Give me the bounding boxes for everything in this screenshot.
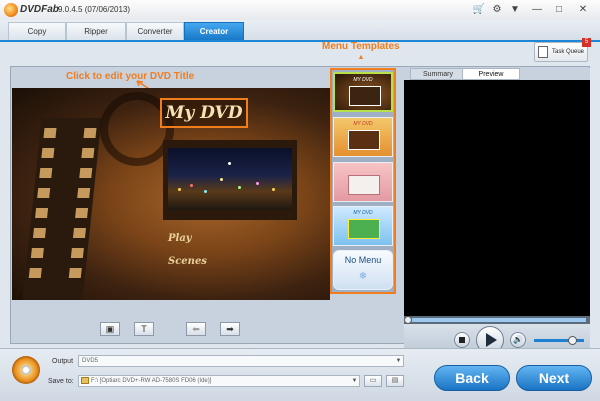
app-logo: DVDFab (4, 3, 59, 17)
up-arrow-icon: ▲ (357, 54, 365, 61)
template-1[interactable]: MY DVD (333, 72, 393, 112)
snowflake-icon: ❄ (358, 271, 368, 282)
template-thumb-photo (349, 86, 381, 106)
app-version: 9.0.4.5 (07/06/2013) (58, 5, 131, 14)
background-image-button[interactable]: ▣ (100, 322, 120, 336)
task-list-icon (538, 46, 548, 58)
play-menu-item[interactable]: Play (168, 233, 192, 244)
seek-knob[interactable] (404, 316, 412, 324)
template-4[interactable]: MY DVD (333, 206, 393, 246)
play-icon (486, 333, 497, 347)
click-edit-annotation: Click to edit your DVD Title (66, 71, 195, 82)
template-3[interactable] (333, 162, 393, 202)
menu-photo (168, 148, 292, 210)
video-preview (404, 80, 590, 316)
redo-arrow-button[interactable]: ➡ (220, 322, 240, 336)
output-select[interactable]: DVD5 (78, 355, 404, 367)
add-text-button[interactable]: T (134, 322, 154, 336)
stop-icon (459, 337, 465, 343)
tab-converter[interactable]: Converter (126, 22, 184, 40)
close-button[interactable]: ✕ (576, 3, 590, 17)
menu-templates-annotation: Menu Templates (322, 41, 400, 52)
gear-icon[interactable]: ⚙ (490, 3, 504, 17)
dvdfab-disc-icon (4, 3, 18, 17)
iso-button[interactable]: ▤ (386, 375, 404, 387)
drive-icon (81, 377, 89, 384)
tab-creator[interactable]: Creator (184, 22, 244, 40)
canvas-toolbar (12, 316, 330, 340)
module-tabs: Copy Ripper Converter Creator (0, 20, 600, 42)
title-bar: DVDFab 9.0.4.5 (07/06/2013) 🛒 ⚙ ▼ — □ ✕ (0, 0, 600, 21)
chevron-down-icon[interactable]: ▼ (350, 376, 359, 386)
minimize-icon[interactable]: ▼ (508, 3, 522, 17)
scenes-menu-item[interactable]: Scenes (168, 256, 207, 267)
volume-knob[interactable] (567, 336, 577, 345)
template-thumb-photo (348, 130, 380, 150)
dvd-disc-icon (12, 356, 40, 384)
template-thumb-photo (348, 175, 380, 195)
no-menu-label: No Menu (344, 255, 382, 265)
tab-ripper[interactable]: Ripper (66, 22, 126, 40)
template-thumb-photo (348, 219, 380, 239)
dvd-title: My DVD (165, 103, 243, 123)
volume-slider[interactable] (534, 339, 584, 342)
tab-preview[interactable]: Preview (462, 68, 520, 80)
tab-summary[interactable]: Summary (410, 68, 466, 80)
maximize-button[interactable]: □ (552, 3, 566, 17)
back-button[interactable]: Back (434, 365, 510, 391)
next-button[interactable]: Next (516, 365, 592, 391)
chevron-down-icon[interactable]: ▼ (394, 356, 403, 366)
task-queue-badge: 5 (582, 38, 591, 47)
cart-icon[interactable]: 🛒 (472, 3, 486, 17)
film-strip-decoration (22, 118, 102, 300)
save-to-select[interactable]: F:\ [Optiarc DVD+-RW AD-7580S FD06 (Ide)… (78, 375, 360, 387)
save-to-label: Save to: (48, 378, 74, 385)
template-2[interactable]: MY DVD (333, 117, 393, 157)
app-name: DVDFab (20, 4, 59, 15)
task-queue-label: Task Queue (552, 49, 585, 55)
minimize-button[interactable]: — (530, 3, 544, 17)
undo-arrow-button[interactable]: ⬅ (186, 322, 206, 336)
seek-track (404, 318, 586, 322)
volume-button[interactable]: 🔊 (510, 332, 526, 348)
dvd-title-box[interactable]: My DVD (160, 98, 248, 128)
output-label: Output (52, 358, 74, 365)
task-queue-button[interactable]: Task Queue (534, 42, 588, 62)
tab-copy[interactable]: Copy (8, 22, 66, 40)
browse-folder-button[interactable]: ▭ (364, 375, 382, 387)
